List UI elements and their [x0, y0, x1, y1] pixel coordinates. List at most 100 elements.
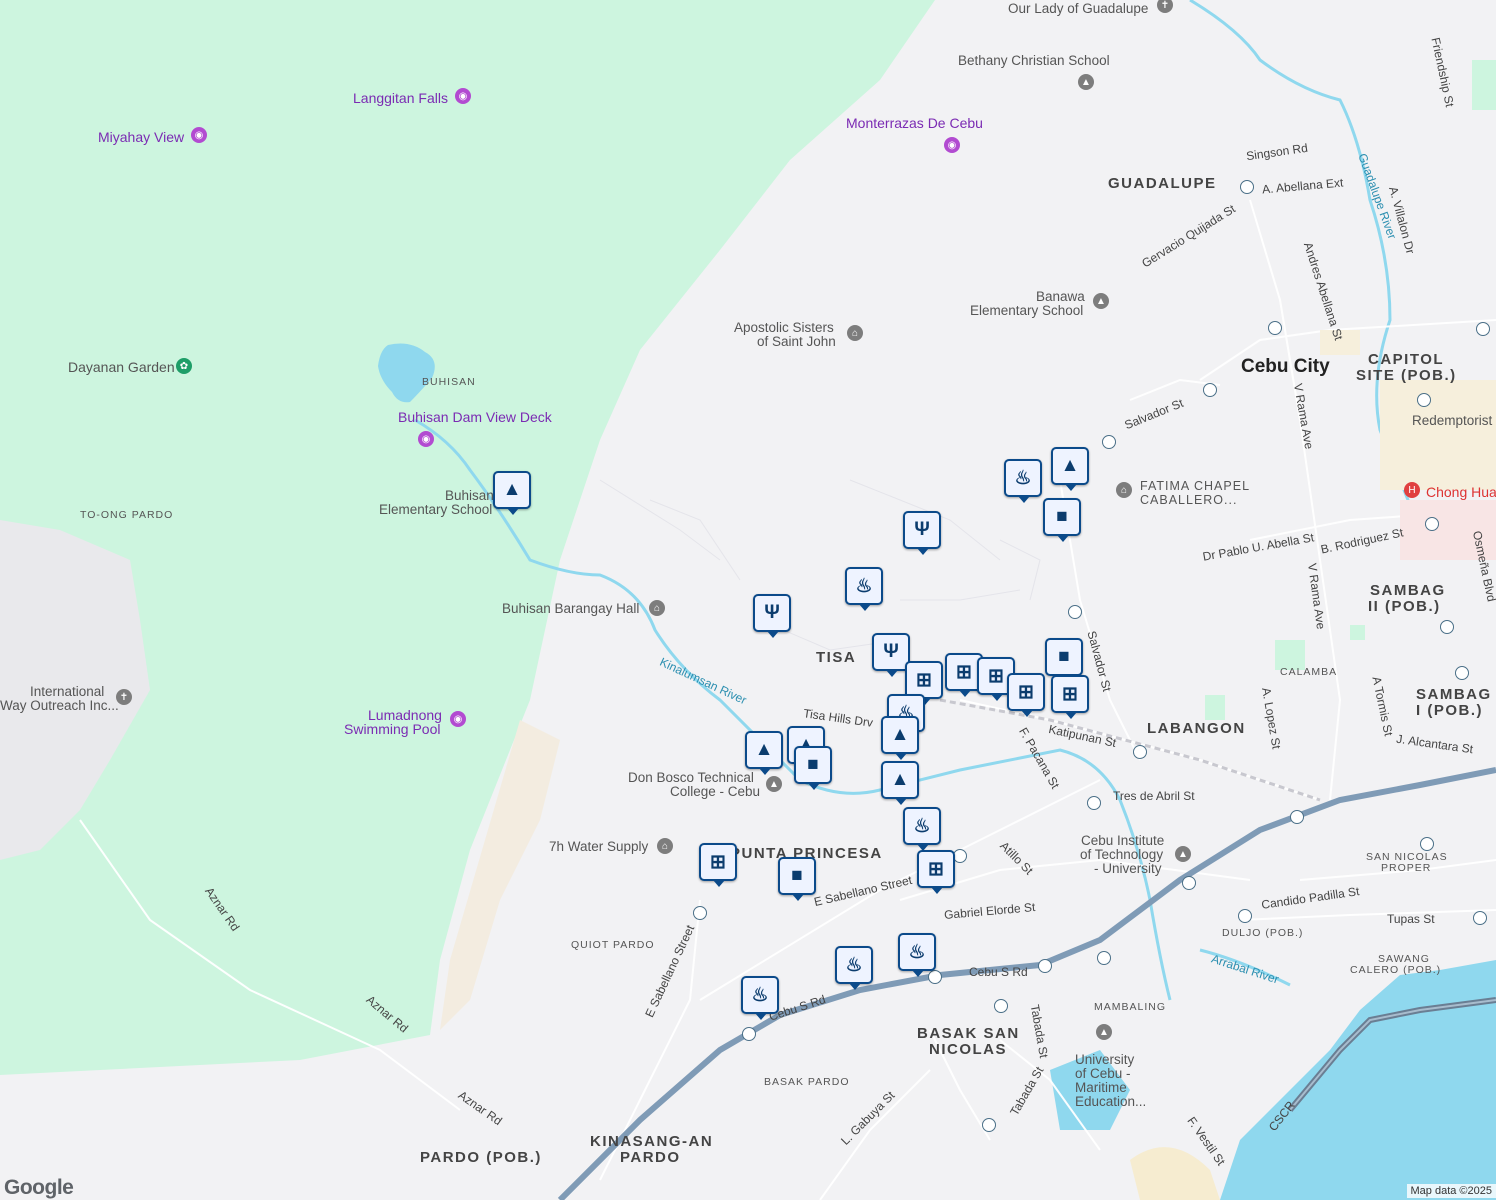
bus-stop-icon[interactable]	[1425, 517, 1439, 531]
cup-pin[interactable]: ♨	[898, 933, 936, 977]
bus-stop-icon[interactable]	[1473, 911, 1487, 925]
bus-stop-icon[interactable]	[1476, 322, 1490, 336]
cup-pin[interactable]: ♨	[835, 946, 873, 990]
bus-stop-icon[interactable]	[1240, 180, 1254, 194]
bethany-label: Bethany Christian School	[958, 53, 1110, 68]
uc-label-4: Education...	[1075, 1094, 1147, 1109]
monterrazas-label[interactable]: Monterrazas De Cebu	[846, 116, 983, 131]
fork-pin[interactable]: Ψ	[903, 511, 941, 555]
cart-icon: ⊞	[928, 858, 944, 880]
building-icon[interactable]: ⌂	[657, 838, 673, 854]
bus-stop-icon[interactable]	[1087, 796, 1101, 810]
map-attribution[interactable]: Map data ©2025	[1406, 1184, 1496, 1198]
fatima-label-1: FATIMA CHAPEL	[1140, 479, 1251, 493]
langgitan-falls-label[interactable]: Langgitan Falls	[353, 91, 448, 106]
cup-pin[interactable]: ♨	[903, 807, 941, 851]
bus-stop-icon[interactable]	[928, 970, 942, 984]
bus-stop-icon[interactable]	[994, 999, 1008, 1013]
school-pin[interactable]: ▲	[745, 731, 783, 775]
sawang-label-2: CALERO (POB.)	[1350, 964, 1442, 976]
bus-stop-icon[interactable]	[1102, 435, 1116, 449]
cart-pin[interactable]: ⊞	[1007, 673, 1045, 717]
school-icon[interactable]: ▲	[1093, 293, 1109, 309]
park-block-4	[1205, 695, 1225, 720]
school-pin[interactable]: ▲	[493, 471, 531, 515]
buhisan-es-label-2: Elementary School	[379, 502, 493, 517]
school-icon[interactable]: ▲	[766, 776, 782, 792]
cup-pin[interactable]: ♨	[741, 976, 779, 1020]
fork-pin[interactable]: Ψ	[753, 594, 791, 638]
cit-label-3: - University	[1094, 861, 1162, 876]
cup-icon: ♨	[908, 941, 926, 963]
cebu-city-label: Cebu City	[1241, 356, 1330, 377]
camera-icon[interactable]: ◉	[944, 137, 960, 153]
quiot-pardo-label: QUIOT PARDO	[571, 939, 655, 951]
bus-stop-icon[interactable]	[1133, 745, 1147, 759]
school-icon[interactable]: ▲	[1078, 74, 1094, 90]
museum-icon[interactable]: ⌂	[847, 325, 863, 341]
cup-pin[interactable]: ♨	[1004, 459, 1042, 503]
capitol-label-2: SITE (POB.)	[1356, 367, 1457, 384]
camera-icon[interactable]: ◉	[450, 711, 466, 727]
museum-icon[interactable]: ⌂	[1116, 482, 1132, 498]
bus-stop-icon[interactable]	[693, 906, 707, 920]
bus-stop-icon[interactable]	[1097, 951, 1111, 965]
lumadnong-label-2[interactable]: Swimming Pool	[344, 722, 440, 737]
cart-icon: ⊞	[710, 851, 726, 873]
bus-stop-icon[interactable]	[1068, 605, 1082, 619]
cart-pin[interactable]: ⊞	[699, 843, 737, 887]
bus-stop-icon[interactable]	[1420, 837, 1434, 851]
bus-stop-icon[interactable]	[1417, 393, 1431, 407]
chong-hua-label[interactable]: Chong Hua	[1426, 485, 1496, 500]
sambag2-label-1: SAMBAG	[1370, 582, 1446, 599]
school-pin[interactable]: ▲	[1051, 447, 1089, 491]
cart-pin[interactable]: ⊞	[1051, 675, 1089, 719]
cart-icon: ⊞	[988, 665, 1004, 687]
map-canvas[interactable]	[0, 0, 1496, 1200]
camera-icon[interactable]: ◉	[191, 127, 207, 143]
labangon-label: LABANGON	[1147, 720, 1246, 737]
school-pin[interactable]: ▲	[881, 716, 919, 760]
buhisan-hall-label: Buhisan Barangay Hall	[502, 601, 640, 616]
cart-icon: ⊞	[1018, 681, 1034, 703]
bag-pin[interactable]: ■	[1043, 498, 1081, 542]
bus-stop-icon[interactable]	[1203, 383, 1217, 397]
bus-stop-icon[interactable]	[1182, 876, 1196, 890]
garden-icon[interactable]: ✿	[176, 358, 192, 374]
pardo-label: PARDO (POB.)	[420, 1149, 542, 1166]
camera-icon[interactable]: ◉	[455, 88, 471, 104]
basak-sn-label-2: NICOLAS	[929, 1041, 1007, 1058]
camera-icon[interactable]: ◉	[418, 431, 434, 447]
cup-icon: ♨	[845, 954, 863, 976]
basak-pardo-label: BASAK PARDO	[764, 1076, 850, 1088]
kinasang-label-2: PARDO	[620, 1149, 681, 1166]
cart-pin[interactable]: ⊞	[917, 850, 955, 894]
bus-stop-icon[interactable]	[982, 1118, 996, 1132]
bus-stop-icon[interactable]	[1268, 321, 1282, 335]
miyahay-view-label[interactable]: Miyahay View	[98, 130, 184, 145]
school-icon[interactable]: ▲	[1096, 1024, 1112, 1040]
school-icon: ▲	[890, 769, 910, 790]
church-icon[interactable]: ✝	[116, 689, 132, 705]
bus-stop-icon[interactable]	[1440, 620, 1454, 634]
school-icon[interactable]: ▲	[1175, 846, 1191, 862]
bag-pin[interactable]: ■	[794, 746, 832, 790]
school-pin[interactable]: ▲	[881, 761, 919, 805]
building-icon[interactable]: ⌂	[649, 600, 665, 616]
bus-stop-icon[interactable]	[1038, 959, 1052, 973]
bus-stop-icon[interactable]	[1238, 909, 1252, 923]
hospital-icon[interactable]: H	[1404, 482, 1420, 498]
bus-stop-icon[interactable]	[1455, 666, 1469, 680]
water-supply-label: 7h Water Supply	[549, 839, 649, 854]
cup-pin[interactable]: ♨	[845, 567, 883, 611]
bag-pin[interactable]: ■	[1045, 638, 1083, 682]
bus-stop-icon[interactable]	[953, 849, 967, 863]
cart-icon: ⊞	[1062, 683, 1078, 705]
cup-icon: ♨	[1014, 467, 1032, 489]
bus-stop-icon[interactable]	[1290, 810, 1304, 824]
redemptorist-label: Redemptorist	[1412, 413, 1493, 428]
bus-stop-icon[interactable]	[742, 1027, 756, 1041]
bag-pin[interactable]: ■	[778, 857, 816, 901]
buhisan-dam-label[interactable]: Buhisan Dam View Deck	[398, 410, 552, 425]
sambag2-label-2: II (POB.)	[1368, 598, 1441, 615]
